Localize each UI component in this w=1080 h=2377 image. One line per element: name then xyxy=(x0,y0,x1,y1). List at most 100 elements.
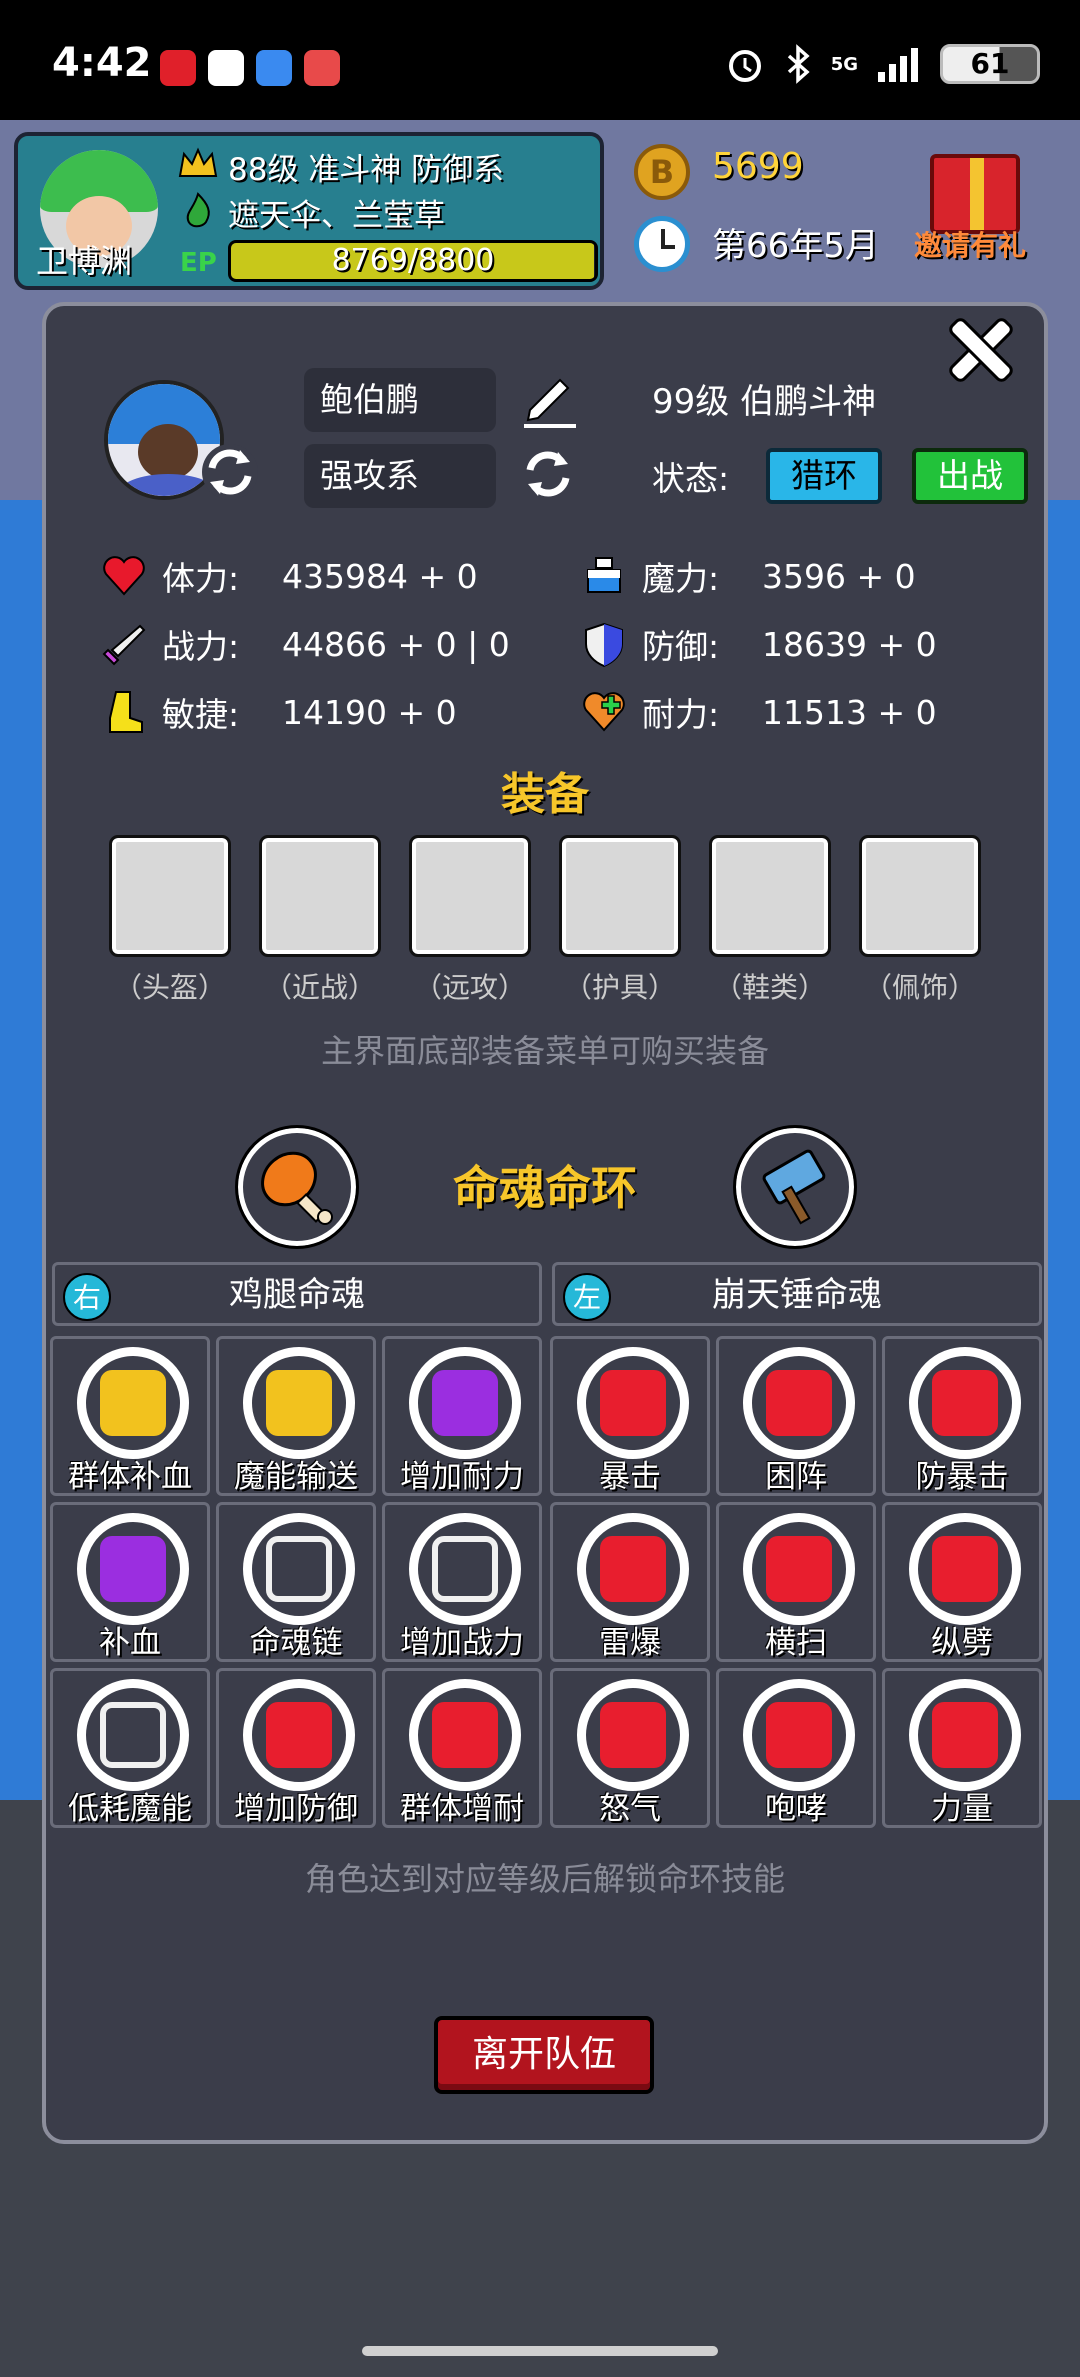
skill-icon xyxy=(909,1513,1021,1625)
skill-label: 雷爆 xyxy=(599,1625,661,1661)
state-fight-button[interactable]: 出战 xyxy=(912,448,1028,504)
stat-label: 耐力: xyxy=(642,695,720,734)
equip-slot-label: （护具） xyxy=(563,971,676,1004)
stat-mp: 魔力: 3596 + 0 xyxy=(580,552,1020,600)
right-skill[interactable]: 增加战力 xyxy=(382,1502,542,1662)
invite-label[interactable]: 邀请有礼 xyxy=(914,224,1026,264)
equip-slot-helmet[interactable] xyxy=(109,835,231,957)
right-skill[interactable]: 增加防御 xyxy=(216,1668,376,1828)
left-skill[interactable]: 力量 xyxy=(882,1668,1042,1828)
skill-icon xyxy=(243,1513,355,1625)
crown-icon xyxy=(178,147,218,177)
skill-label: 怒气 xyxy=(599,1791,661,1827)
left-skill[interactable]: 暴击 xyxy=(550,1336,710,1496)
xp-text: 8769/8800 xyxy=(331,243,495,278)
app-notification-icon xyxy=(256,50,292,86)
left-skill[interactable]: 咆哮 xyxy=(716,1668,876,1828)
status-bar: 4:42 5G 61 xyxy=(0,0,1080,120)
equipment-title: 装备 xyxy=(501,769,589,820)
equip-slot-label: （近战） xyxy=(263,971,376,1004)
app-notification-icon xyxy=(208,50,244,86)
app-notification-icon xyxy=(160,50,196,86)
edit-pencil-icon[interactable] xyxy=(516,366,582,432)
left-soul-slot[interactable] xyxy=(733,1125,857,1249)
stat-label: 魔力: xyxy=(642,559,720,598)
player-name: 卫博渊 xyxy=(36,242,133,280)
signal-icon xyxy=(878,48,918,82)
stat-value: 435984 + 0 xyxy=(282,556,478,596)
right-skill[interactable]: 群体增耐 xyxy=(382,1668,542,1828)
stat-attack: 战力: 44866 + 0 | 0 xyxy=(100,620,540,668)
skill-label: 群体补血 xyxy=(68,1459,192,1495)
player-card[interactable]: 卫博渊 88级 准斗神 防御系 遮天伞、兰莹草 EP 8769/8800 xyxy=(14,132,604,290)
stat-agility: 敏捷: 14190 + 0 xyxy=(100,688,540,736)
left-skill[interactable]: 纵劈 xyxy=(882,1502,1042,1662)
skill-label: 力量 xyxy=(931,1791,993,1827)
swap-avatar-icon[interactable] xyxy=(198,440,262,504)
skill-icon xyxy=(77,1513,189,1625)
gift-icon[interactable] xyxy=(930,154,1020,234)
left-skill[interactable]: 怒气 xyxy=(550,1668,710,1828)
right-skill[interactable]: 增加耐力 xyxy=(382,1336,542,1496)
player-equip-line: 遮天伞、兰莹草 xyxy=(228,198,445,234)
skill-label: 横扫 xyxy=(765,1625,827,1661)
home-indicator[interactable] xyxy=(362,2346,718,2356)
mana-potion-icon xyxy=(587,557,621,593)
state-hunt-button[interactable]: 猎环 xyxy=(766,448,882,504)
soul-name: 崩天锤命魂 xyxy=(712,1275,882,1315)
stamina-heart-icon xyxy=(583,692,625,732)
skill-label: 命魂链 xyxy=(249,1625,343,1661)
xp-bar: 8769/8800 xyxy=(228,240,598,282)
battery-icon: 61 xyxy=(940,44,1040,84)
equip-slot-accessory[interactable] xyxy=(859,835,981,957)
flame-icon xyxy=(186,192,210,228)
stat-label: 敏捷: xyxy=(162,695,240,734)
skill-label: 纵劈 xyxy=(931,1625,993,1661)
left-skill[interactable]: 横扫 xyxy=(716,1502,876,1662)
leave-team-button[interactable]: 离开队伍 xyxy=(434,2016,654,2094)
equip-slot-label: （头盔） xyxy=(113,971,226,1004)
equip-slot-label: （远攻） xyxy=(413,971,526,1004)
boot-icon xyxy=(109,691,143,733)
stat-value: 44866 + 0 | 0 xyxy=(282,624,510,664)
stat-value: 18639 + 0 xyxy=(762,624,937,664)
equip-slot-ranged[interactable] xyxy=(409,835,531,957)
equipment-hint: 主界面底部装备菜单可购买装备 xyxy=(320,1032,769,1070)
soul-ring-title: 命魂命环 xyxy=(453,1161,637,1215)
stat-value: 11513 + 0 xyxy=(762,692,937,732)
skill-icon xyxy=(409,1513,521,1625)
skill-icon xyxy=(909,1347,1021,1459)
character-title: 99级 伯鹏斗神 xyxy=(652,382,877,422)
right-skill[interactable]: 补血 xyxy=(50,1502,210,1662)
left-skill[interactable]: 雷爆 xyxy=(550,1502,710,1662)
game-date: 第66年5月 xyxy=(712,226,879,266)
network-type-label: 5G xyxy=(830,53,858,75)
equip-slot-armor[interactable] xyxy=(559,835,681,957)
close-button[interactable] xyxy=(944,314,1016,386)
equip-slot-label: （佩饰） xyxy=(863,971,976,1004)
app-notification-icon xyxy=(304,50,340,86)
skill-icon xyxy=(577,1513,689,1625)
swap-type-icon[interactable] xyxy=(516,442,580,506)
stat-value: 14190 + 0 xyxy=(282,692,457,732)
character-detail-modal: 鲍伯鹏 99级 伯鹏斗神 强攻系 状态: 猎环 出战 体力: 435984 + … xyxy=(42,302,1048,2144)
coin-icon: B xyxy=(634,144,690,200)
left-skill[interactable]: 防暴击 xyxy=(882,1336,1042,1496)
equip-slot-melee[interactable] xyxy=(259,835,381,957)
state-label: 状态: xyxy=(652,459,730,498)
right-skill[interactable]: 命魂链 xyxy=(216,1502,376,1662)
stat-stamina: 耐力: 11513 + 0 xyxy=(580,688,1020,736)
equip-slot-shoes[interactable] xyxy=(709,835,831,957)
coin-count: 5699 xyxy=(712,146,804,187)
stat-defense: 防御: 18639 + 0 xyxy=(580,620,1020,668)
alarm-icon xyxy=(728,50,761,82)
right-skill[interactable]: 低耗魔能 xyxy=(50,1668,210,1828)
left-skill[interactable]: 困阵 xyxy=(716,1336,876,1496)
ep-tag: EP xyxy=(180,248,217,278)
skill-icon xyxy=(577,1347,689,1459)
stat-label: 体力: xyxy=(162,559,240,598)
skill-label: 补血 xyxy=(99,1625,161,1661)
right-skill[interactable]: 群体补血 xyxy=(50,1336,210,1496)
right-skill[interactable]: 魔能输送 xyxy=(216,1336,376,1496)
player-level-line: 88级 准斗神 防御系 xyxy=(228,152,505,188)
